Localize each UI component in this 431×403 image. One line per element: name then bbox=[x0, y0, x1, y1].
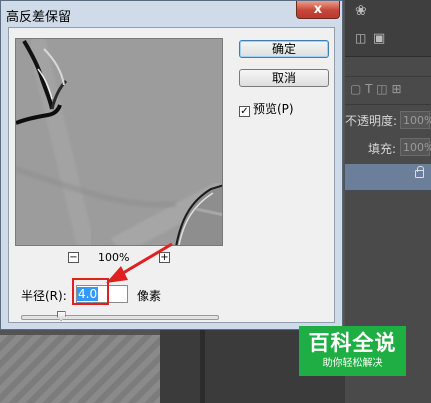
watermark-title: 百科全说 bbox=[308, 331, 397, 355]
watermark-badge: 百科全说 助你轻松解决 bbox=[299, 326, 406, 376]
watermark-subtitle: 助你轻松解决 bbox=[322, 358, 383, 369]
